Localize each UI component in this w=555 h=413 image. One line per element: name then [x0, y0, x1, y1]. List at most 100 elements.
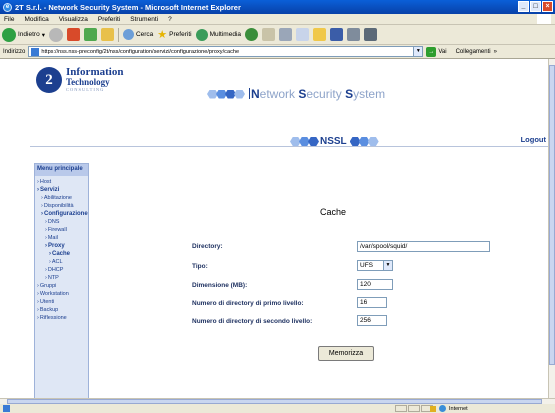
url-text: https://nss.nss-preconfig/2t/nss/configu… — [41, 48, 240, 55]
star-icon: ★ — [157, 29, 168, 41]
print-button[interactable] — [279, 28, 293, 41]
menu-file[interactable]: File — [4, 16, 14, 23]
sidebar-item-dhcp[interactable]: DHCP — [37, 266, 88, 274]
search-icon — [122, 29, 134, 40]
directory-input[interactable]: /var/spool/squid/ — [357, 241, 490, 252]
messenger-button[interactable] — [330, 28, 344, 41]
nss-mark: NSSL — [320, 136, 347, 147]
app-header: Network Security System — [207, 87, 385, 101]
research-button[interactable] — [347, 28, 361, 41]
zone-label: Internet — [449, 405, 468, 412]
window-titlebar: e 2T S.r.l. - Network Security System - … — [0, 0, 555, 14]
page-title: Cache — [320, 207, 347, 217]
tipo-label: Tipo: — [192, 263, 208, 270]
status-bar: Internet — [0, 404, 555, 413]
favorites-label: Preferiti — [169, 31, 192, 38]
page-content: 2 Information Technology CONSULTING Netw… — [0, 59, 548, 398]
home-button[interactable] — [100, 28, 114, 41]
main-menu-sidebar: Menu principale HostServiziAbilitazioneD… — [34, 163, 89, 398]
sidebar-item-ntp[interactable]: NTP — [37, 274, 88, 282]
sidebar-item-utenti[interactable]: Utenti — [37, 298, 88, 306]
tipo-select[interactable]: UFS ▼ — [357, 260, 393, 271]
multimedia-button[interactable]: Multimedia — [195, 28, 242, 41]
sidebar-item-firewall[interactable]: Firewall — [37, 226, 88, 234]
save-button[interactable]: Memorizza — [318, 346, 374, 361]
logout-link[interactable]: Logout — [521, 135, 546, 144]
sidebar-item-configurazione[interactable]: Configurazione — [37, 210, 88, 218]
hexagon-icon — [349, 137, 379, 146]
app-title: Network Security System — [249, 87, 386, 101]
logo-line3: CONSULTING — [66, 87, 105, 93]
sidebar-item-disponibilit-[interactable]: Disponibilità — [37, 202, 88, 210]
globe-icon — [439, 405, 446, 412]
menu-visualizza[interactable]: Visualizza — [59, 16, 88, 23]
chevron-right-icon[interactable]: » — [494, 49, 497, 55]
status-cells — [395, 405, 433, 412]
toolbar: Indietro ▾ Cerca ★ Preferiti Multimedia — [0, 25, 555, 45]
sidebar-item-gruppi[interactable]: Gruppi — [37, 282, 88, 290]
minimize-button[interactable]: _ — [518, 1, 529, 12]
dimensione-label: Dimensione (MB): — [192, 282, 248, 289]
sidebar-item-workstation[interactable]: Workstation — [37, 290, 88, 298]
toolbar-separator — [117, 27, 119, 42]
scroll-thumb[interactable] — [549, 65, 555, 365]
chevron-down-icon: ▼ — [383, 261, 392, 270]
ie-logo-icon: e — [3, 2, 12, 12]
dimensione-input[interactable]: 120 — [357, 279, 393, 290]
page-icon — [31, 47, 40, 56]
menu-preferiti[interactable]: Preferiti — [98, 16, 120, 23]
menu-modifica[interactable]: Modifica — [24, 16, 48, 23]
forward-button[interactable] — [48, 27, 63, 42]
stop-button[interactable] — [66, 28, 80, 41]
menu-strumenti[interactable]: Strumenti — [130, 16, 158, 23]
folder-button[interactable] — [313, 28, 327, 41]
back-label: Indietro — [18, 31, 40, 38]
multimedia-label: Multimedia — [209, 31, 242, 38]
lock-icon — [430, 405, 436, 412]
directory-label: Directory: — [192, 243, 223, 250]
chevron-down-icon[interactable]: ▼ — [413, 47, 423, 56]
sidebar-item-abilitazione[interactable]: Abilitazione — [37, 194, 88, 202]
menubar: File Modifica Visualizza Preferiti Strum… — [0, 14, 555, 25]
url-input[interactable]: https://nss.nss-preconfig/2t/nss/configu… — [28, 46, 424, 57]
go-button[interactable]: → Vai — [426, 46, 447, 57]
history-button[interactable] — [245, 28, 259, 41]
tipo-value: UFS — [360, 262, 373, 269]
sidebar-item-servizi[interactable]: Servizi — [37, 186, 88, 194]
maximize-button[interactable]: □ — [530, 1, 541, 12]
hexagon-icon — [207, 89, 245, 99]
refresh-button[interactable] — [83, 28, 97, 41]
search-label: Cerca — [135, 31, 154, 38]
sidebar-item-proxy[interactable]: Proxy — [37, 242, 88, 250]
nss-small-logo: NSSL — [290, 136, 379, 147]
sidebar-title: Menu principale — [35, 164, 88, 176]
sidebar-item-host[interactable]: Host — [37, 178, 88, 186]
go-arrow-icon: → — [426, 46, 437, 57]
window-title: 2T S.r.l. - Network Security System - Mi… — [15, 2, 241, 12]
windows-logo-icon — [537, 14, 551, 24]
back-button[interactable]: Indietro ▾ — [2, 27, 45, 42]
go-label: Vai — [438, 48, 447, 55]
primo-livello-input[interactable]: 16 — [357, 297, 387, 308]
back-arrow-icon — [2, 27, 16, 42]
sidebar-item-mail[interactable]: Mail — [37, 234, 88, 242]
close-button[interactable]: × — [542, 1, 553, 12]
secondo-livello-input[interactable]: 256 — [357, 315, 387, 326]
edit-button[interactable] — [296, 28, 310, 41]
sidebar-item-riflessione[interactable]: Riflessione — [37, 314, 88, 322]
sidebar-item-acl[interactable]: ACL — [37, 258, 88, 266]
hexagon-icon — [290, 137, 319, 146]
secondo-livello-label: Numero di directory di secondo livello: — [192, 318, 313, 325]
company-logo: 2 Information Technology CONSULTING — [36, 67, 123, 93]
discuss-button[interactable] — [364, 28, 378, 41]
vertical-scrollbar[interactable] — [548, 59, 555, 398]
sidebar-item-dns[interactable]: DNS — [37, 218, 88, 226]
security-zone: Internet — [430, 405, 468, 412]
search-button[interactable]: Cerca — [122, 29, 154, 40]
mail-button[interactable] — [262, 28, 276, 41]
sidebar-item-backup[interactable]: Backup — [37, 306, 88, 314]
menu-help[interactable]: ? — [168, 16, 172, 23]
sidebar-item-cache[interactable]: Cache — [37, 250, 88, 258]
links-label[interactable]: Collegamenti — [456, 49, 491, 55]
favorites-button[interactable]: ★ Preferiti — [157, 28, 191, 41]
